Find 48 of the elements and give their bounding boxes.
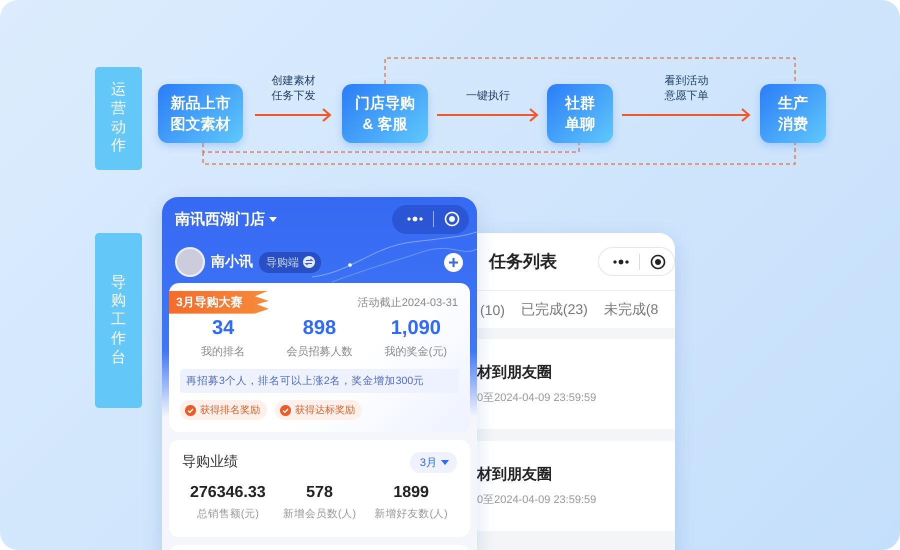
store-name[interactable]: 南讯西湖门店 bbox=[175, 210, 265, 228]
task-time: 0至2024-04-09 23:59:59 bbox=[477, 493, 598, 507]
user-name: 南小讯 bbox=[211, 253, 253, 271]
arrow-label: 看到活动 意愿下单 bbox=[664, 74, 708, 104]
task-time: 0至2024-04-09 23:59:59 bbox=[477, 391, 598, 405]
stat-value: 1899 bbox=[392, 484, 430, 502]
flow-node: 新品上市 图文素材 bbox=[158, 84, 243, 143]
stat-value: 898 bbox=[302, 317, 338, 340]
stat-label: 新增会员数(人) bbox=[282, 507, 357, 521]
check-icon bbox=[185, 404, 196, 416]
page-title: 任务列表 bbox=[489, 251, 558, 273]
close-icon[interactable] bbox=[650, 254, 666, 270]
stat-label: 我的排名 bbox=[200, 345, 246, 359]
caret-icon[interactable] bbox=[269, 216, 277, 222]
reward-tag: 获得排名奖励 bbox=[180, 400, 267, 420]
stat-label: 会员招募人数 bbox=[285, 345, 354, 359]
flow-node: 生产 消费 bbox=[760, 84, 826, 143]
flow-node: 门店导购 & 客服 bbox=[342, 84, 428, 143]
capsule-menu[interactable] bbox=[392, 204, 469, 234]
tip-bar: 再招募3个人，排名可以上涨2名，奖金增加300元 bbox=[180, 369, 459, 393]
filter-tab[interactable]: 已完成(23) bbox=[520, 300, 588, 318]
plus-icon[interactable] bbox=[444, 252, 463, 272]
contest-ribbon: 3月导购大赛 bbox=[169, 290, 269, 314]
stat-label: 总销售额(元) bbox=[196, 507, 260, 521]
filter-tab[interactable]: (10) bbox=[480, 302, 505, 318]
check-icon bbox=[280, 404, 291, 416]
more-icon[interactable] bbox=[613, 258, 629, 264]
stat-label: 新增好友数(人) bbox=[374, 507, 449, 521]
stat-value: 1,090 bbox=[390, 317, 442, 340]
deadline-text: 活动截止2024-03-31 bbox=[358, 296, 458, 310]
reward-tag: 获得达标奖励 bbox=[275, 400, 362, 420]
stat-value: 276346.33 bbox=[189, 484, 267, 502]
section-label: 运营动作 bbox=[95, 67, 142, 170]
arrow-label: 一键执行 bbox=[466, 89, 510, 104]
filter-tab[interactable]: 未完成(8 bbox=[604, 300, 658, 318]
swap-icon bbox=[303, 256, 315, 268]
period-dropdown[interactable]: 3月 bbox=[410, 452, 457, 472]
flow-node: 社群 单聊 bbox=[547, 84, 613, 143]
stat-value: 578 bbox=[305, 484, 334, 502]
stat-label: 我的奖金(元) bbox=[384, 345, 448, 359]
arrow-label: 创建素材 任务下发 bbox=[272, 74, 316, 104]
stat-value: 34 bbox=[211, 317, 236, 340]
capsule-menu[interactable] bbox=[598, 247, 675, 276]
caret-icon bbox=[441, 460, 449, 464]
role-tag: 导购端 bbox=[259, 252, 321, 272]
more-icon[interactable] bbox=[407, 216, 423, 222]
section-title: 导购业绩 bbox=[182, 453, 238, 471]
section-label: 导购工作台 bbox=[95, 233, 142, 408]
